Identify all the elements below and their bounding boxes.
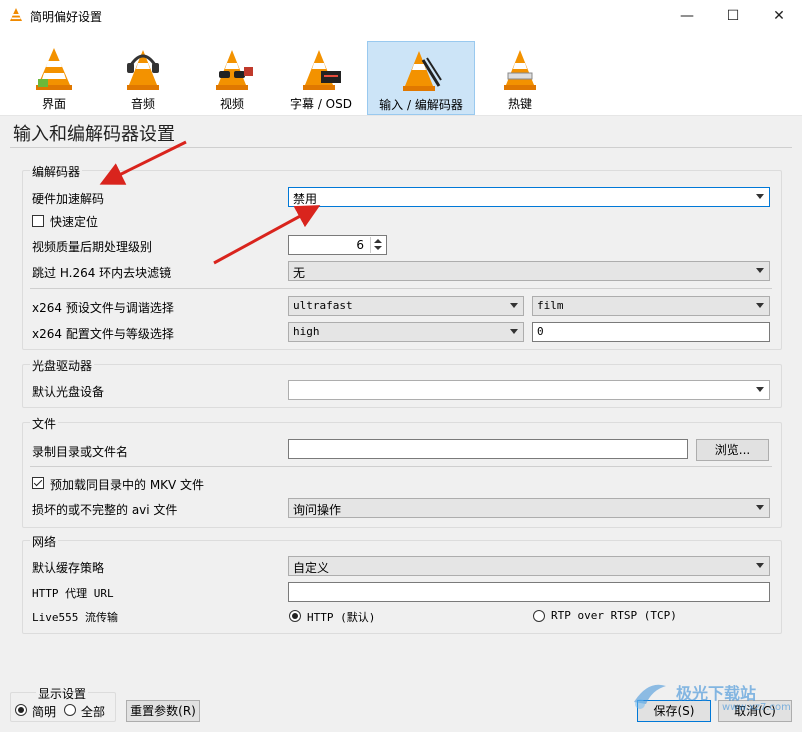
annotation-arrows <box>99 140 321 265</box>
watermark-url: www.xz7.com <box>722 702 791 713</box>
arrow-to-hw-decode-label <box>99 140 187 185</box>
simple-radio[interactable] <box>15 704 27 716</box>
watermark-logo-icon <box>634 684 666 709</box>
all-radio[interactable] <box>64 704 76 716</box>
arrow-to-hw-decode-select <box>213 205 321 265</box>
watermark-text: 极光下载站 <box>676 684 757 703</box>
simple-label: 简明 <box>32 705 57 719</box>
watermark: 极光下载站 www.xz7.com <box>630 678 800 718</box>
all-label: 全部 <box>81 705 106 719</box>
reset-button[interactable]: 重置参数(R) <box>126 700 200 722</box>
show-settings-title: 显示设置 <box>36 685 89 702</box>
